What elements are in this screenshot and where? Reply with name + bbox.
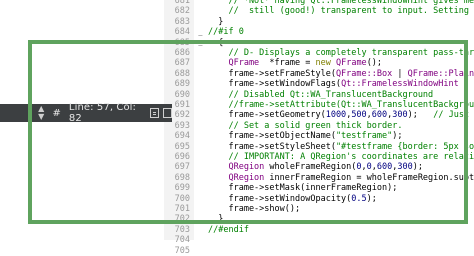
code-token: // *Not* having Qt::FramelessWindowHint … (228, 0, 474, 6)
fold-marker-icon[interactable]: − (198, 31, 203, 40)
line-number: 683 (174, 16, 190, 27)
line-number: 705 (174, 245, 190, 256)
code-line: //#endif (208, 225, 249, 235)
code-token: } (208, 16, 224, 27)
code-token: //#if 0 (208, 27, 244, 38)
code-line: } (208, 17, 223, 27)
transparent-frame-overlay (28, 40, 468, 224)
line-number: 703 (174, 224, 190, 235)
line-number: 684 (174, 27, 190, 38)
code-token: // still (good!) transparent to input. S… (228, 6, 469, 17)
code-line: // still (good!) transparent to input. S… (208, 6, 474, 16)
code-token: //#endif (208, 224, 249, 235)
code-line: //#if 0 (208, 27, 244, 37)
line-number: 704 (174, 235, 190, 246)
line-number: 682 (174, 6, 190, 17)
